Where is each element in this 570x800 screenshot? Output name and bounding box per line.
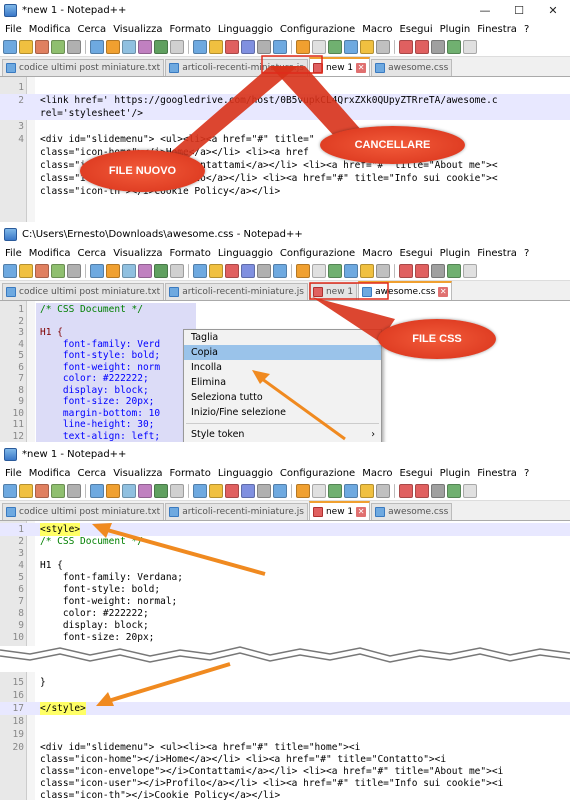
editor-area-top[interactable]: 1 <style> 2/* CSS Document */ 3 4 H1 { 5 f… [0, 521, 570, 646]
code-text: class="icon-th"></i>Cookie Policy</a></l… [40, 790, 281, 800]
menu-bar: File Modifica Cerca Visualizza Formato L… [0, 465, 570, 481]
toolbar-button-icon[interactable] [209, 483, 223, 498]
toolbar-button-icon[interactable] [431, 483, 445, 498]
tab-new1[interactable]: new 1 ✕ [308, 501, 371, 520]
code-text: } [40, 677, 46, 688]
window-title: *new 1 - Notepad++ [22, 449, 127, 460]
toolbar-button-icon[interactable] [122, 483, 136, 498]
close-tab-icon[interactable]: ✕ [356, 506, 367, 517]
toolbar-separator [291, 483, 292, 498]
toolbar-button-icon[interactable] [273, 483, 287, 498]
annotation-lines [150, 55, 370, 175]
toolbar-button-icon[interactable] [106, 483, 120, 498]
notepad-window-awesome-css: C:\Users\Ernesto\Downloads\awesome.css -… [0, 224, 570, 442]
menu-file[interactable]: File [2, 468, 26, 479]
arrow-to-copia [257, 374, 346, 441]
toolbar-button-icon[interactable] [67, 483, 81, 498]
tab-awesome-css[interactable]: awesome.css [371, 503, 453, 520]
menu-macro[interactable]: Macro [359, 468, 396, 479]
callout-new-file: FILE NUOVO [80, 150, 205, 192]
toolbar-button-icon[interactable] [328, 483, 342, 498]
unsaved-file-icon [312, 506, 323, 517]
code-line: 17 </style> [0, 702, 570, 715]
menu-visualizza[interactable]: Visualizza [110, 468, 166, 479]
toolbar-separator [188, 483, 189, 498]
toolbar-button-icon[interactable] [138, 483, 152, 498]
tab-codice-ultimi-post[interactable]: codice ultimi post miniature.txt [2, 503, 165, 520]
line-number: 16 [12, 690, 24, 701]
toolbar-button-icon[interactable] [154, 483, 168, 498]
toolbar-button-icon[interactable] [344, 483, 358, 498]
menu-help[interactable]: ? [521, 468, 533, 479]
code-text: </style> [40, 702, 86, 715]
toolbar-button-icon[interactable] [312, 483, 326, 498]
line-number: 17 [12, 703, 24, 714]
toolbar-button-icon[interactable] [463, 483, 477, 498]
toolbar-button-icon[interactable] [241, 483, 255, 498]
toolbar-button-icon[interactable] [90, 483, 104, 498]
tab-label: awesome.css [388, 507, 449, 517]
file-icon [375, 507, 386, 517]
code-line: 10 font-size: 20px; [0, 631, 570, 644]
toolbar-button-icon[interactable] [193, 483, 207, 498]
menu-cerca[interactable]: Cerca [75, 468, 111, 479]
toolbar-separator [85, 483, 86, 498]
line-number: 10 [12, 632, 24, 643]
menu-linguaggio[interactable]: Linguaggio [215, 468, 277, 479]
code-line: class="icon-th"></i>Cookie Policy</a></l… [0, 789, 570, 800]
code-line: 15} [0, 676, 570, 689]
tab-articoli-recenti[interactable]: articoli-recenti-miniature.js [165, 503, 308, 520]
file-icon [6, 507, 16, 517]
toolbar-button-icon[interactable] [257, 483, 271, 498]
title-bar: *new 1 - Notepad++ [0, 444, 570, 465]
callout-delete: CANCELLARE [320, 126, 465, 164]
callout-file-css: FILE CSS [378, 319, 496, 359]
tab-label: articoli-recenti-miniature.js [182, 507, 304, 517]
toolbar-button-icon[interactable] [3, 483, 17, 498]
toolbar-button-icon[interactable] [19, 483, 33, 498]
toolbar [0, 481, 570, 501]
tab-label: codice ultimi post miniature.txt [19, 507, 161, 517]
code-text: font-size: 20px; [40, 632, 155, 643]
toolbar-button-icon[interactable] [225, 483, 239, 498]
toolbar-button-icon[interactable] [376, 483, 390, 498]
toolbar-button-icon[interactable] [170, 483, 184, 498]
toolbar-button-icon[interactable] [35, 483, 49, 498]
menu-esegui[interactable]: Esegui [396, 468, 436, 479]
code-line: 18 [0, 715, 570, 728]
toolbar-button-icon[interactable] [51, 483, 65, 498]
notepad-window-new1: *new 1 - Notepad++ — ☐ ✕ File Modifica C… [0, 0, 570, 222]
menu-modifica[interactable]: Modifica [26, 468, 75, 479]
tab-bar: codice ultimi post miniature.txt articol… [0, 501, 570, 521]
toolbar-button-icon[interactable] [415, 483, 429, 498]
toolbar-separator [394, 483, 395, 498]
menu-plugin[interactable]: Plugin [437, 468, 475, 479]
menu-finestra[interactable]: Finestra [474, 468, 521, 479]
editor-area-bottom[interactable]: 15} 16 17 </style> 18 19 20 <div id="slide… [0, 672, 570, 800]
toolbar-button-icon[interactable] [360, 483, 374, 498]
line-number: 19 [12, 729, 24, 740]
menu-configurazione[interactable]: Configurazione [277, 468, 359, 479]
toolbar-button-icon[interactable] [399, 483, 413, 498]
tab-label: new 1 [325, 506, 354, 517]
file-icon [169, 507, 180, 517]
toolbar-button-icon[interactable] [447, 483, 461, 498]
torn-edge [0, 646, 570, 663]
menu-formato[interactable]: Formato [166, 468, 214, 479]
line-number: 15 [12, 677, 24, 688]
notepad-window-new1-result: *new 1 - Notepad++ File Modifica Cerca V… [0, 444, 570, 800]
code-line: 16 [0, 689, 570, 702]
line-number: 18 [12, 716, 24, 727]
toolbar-button-icon[interactable] [296, 483, 310, 498]
tab-highlight-box [309, 282, 389, 300]
notepadpp-icon [4, 448, 17, 461]
code-line: 19 [0, 728, 570, 741]
